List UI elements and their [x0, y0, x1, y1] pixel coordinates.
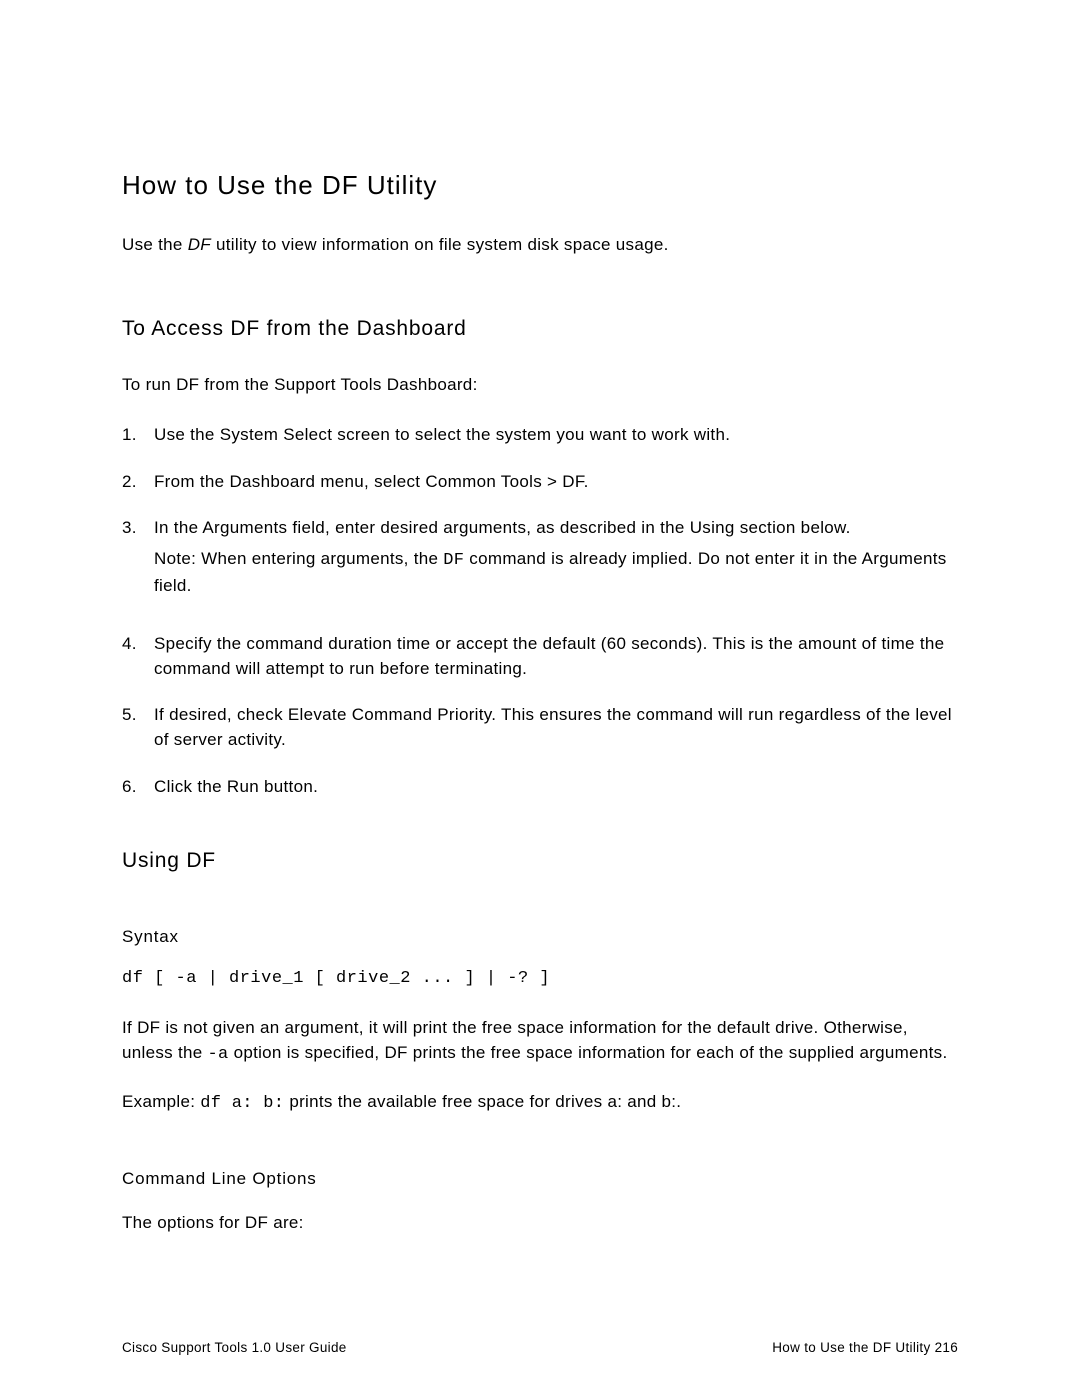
intro-em: DF: [188, 235, 211, 254]
step-text: Specify the command duration time or acc…: [154, 634, 944, 678]
step-text: In the Arguments field, enter desired ar…: [154, 518, 851, 537]
step-number: 1.: [122, 423, 137, 448]
section-access-heading: To Access DF from the Dashboard: [122, 317, 958, 341]
syntax-description: If DF is not given an argument, it will …: [122, 1016, 958, 1067]
page-footer: Cisco Support Tools 1.0 User Guide How t…: [122, 1340, 958, 1355]
step-note: Note: When entering arguments, the DF co…: [154, 547, 958, 598]
step-1: 1. Use the System Select screen to selec…: [122, 423, 958, 448]
step-text: If desired, check Elevate Command Priori…: [154, 705, 952, 749]
footer-right: How to Use the DF Utility 216: [772, 1340, 958, 1355]
step-number: 4.: [122, 632, 137, 657]
syntax-code: df [ -a | drive_1 [ drive_2 ... ] | -? ]: [122, 969, 958, 988]
steps-list: 1. Use the System Select screen to selec…: [122, 423, 958, 799]
document-page: How to Use the DF Utility Use the DF uti…: [0, 0, 1080, 1397]
cmdline-heading: Command Line Options: [122, 1169, 958, 1189]
step-2: 2. From the Dashboard menu, select Commo…: [122, 470, 958, 495]
step-6: 6. Click the Run button.: [122, 775, 958, 800]
page-title: How to Use the DF Utility: [122, 170, 958, 201]
example-pre: Example:: [122, 1092, 200, 1111]
step-5: 5. If desired, check Elevate Command Pri…: [122, 703, 958, 752]
step-number: 2.: [122, 470, 137, 495]
example-post: prints the available free space for driv…: [284, 1092, 681, 1111]
intro-paragraph: Use the DF utility to view information o…: [122, 235, 958, 255]
body-post: option is specified, DF prints the free …: [229, 1043, 948, 1062]
step-text: Click the Run button.: [154, 777, 318, 796]
intro-text-pre: Use the: [122, 235, 188, 254]
intro-text-post: utility to view information on file syst…: [211, 235, 669, 254]
body-code: -a: [208, 1045, 229, 1064]
step-number: 5.: [122, 703, 137, 728]
step-text: From the Dashboard menu, select Common T…: [154, 472, 589, 491]
step-3: 3. In the Arguments field, enter desired…: [122, 516, 958, 598]
note-pre: Note: When entering arguments, the: [154, 549, 443, 568]
section-access-lead: To run DF from the Support Tools Dashboa…: [122, 375, 958, 395]
syntax-heading: Syntax: [122, 927, 958, 947]
step-text: Use the System Select screen to select t…: [154, 425, 730, 444]
step-number: 3.: [122, 516, 137, 541]
cmdline-body: The options for DF are:: [122, 1211, 958, 1236]
example-line: Example: df a: b: prints the available f…: [122, 1092, 958, 1113]
example-code: df a: b:: [200, 1094, 284, 1113]
step-4: 4. Specify the command duration time or …: [122, 632, 958, 681]
section-using-heading: Using DF: [122, 849, 958, 873]
note-code: DF: [443, 551, 464, 570]
step-number: 6.: [122, 775, 137, 800]
footer-left: Cisco Support Tools 1.0 User Guide: [122, 1340, 347, 1355]
